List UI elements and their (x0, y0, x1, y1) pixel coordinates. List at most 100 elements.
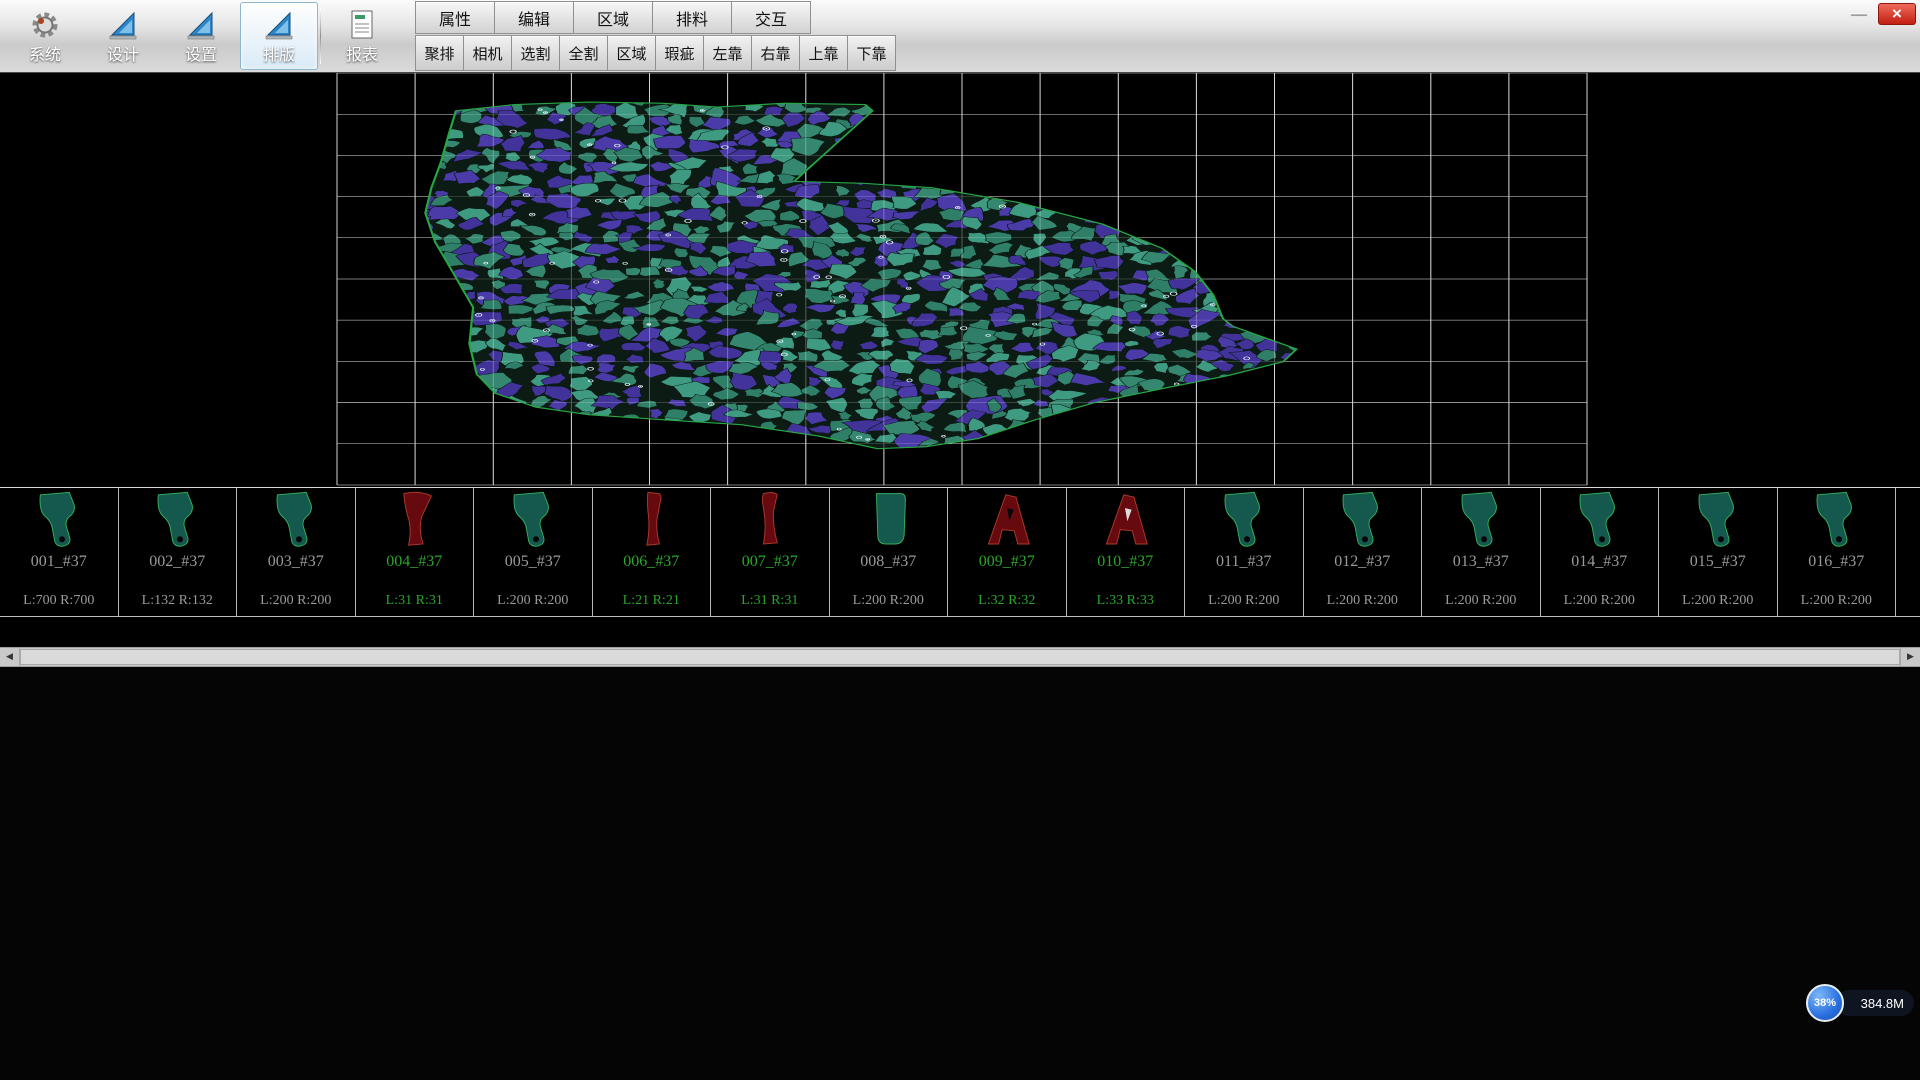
part-thumbnail[interactable]: 009_#37 L:32 R:32 (948, 488, 1067, 616)
part-thumbnail[interactable]: 002_#37L:132 R:132 (119, 488, 238, 616)
nav-item-design[interactable]: 设计 (84, 2, 162, 70)
part-shape (1557, 490, 1641, 550)
nav-item-report[interactable]: 报表 (323, 2, 401, 70)
tool-button-flaw[interactable]: 瑕疵 (655, 35, 704, 71)
part-shape (1794, 490, 1878, 550)
part-thumbnail[interactable]: 006_#37 L:21 R:21 (593, 488, 712, 616)
memory-indicator: 384.8M (1836, 990, 1914, 1016)
horizontal-scrollbar[interactable]: ◀ ▶ (0, 647, 1920, 667)
nav-item-settings[interactable]: 设置 (162, 2, 240, 70)
part-shape (135, 490, 219, 550)
menu-tab-row: 属性编辑区域排料交互 (415, 1, 895, 34)
nav-item-label: 报表 (346, 48, 378, 64)
tool-button-align-top[interactable]: 上靠 (799, 35, 848, 71)
part-thumbnail[interactable]: 015_#37 L:200 R:200 (1659, 488, 1778, 616)
part-counts: L:200 R:200 (1801, 594, 1872, 608)
nav-item-label: 排版 (263, 48, 295, 64)
tool-button-align-right[interactable]: 右靠 (751, 35, 800, 71)
part-thumbnail[interactable]: 003_#37 L:200 R:200 (237, 488, 356, 616)
nesting-canvas[interactable] (0, 73, 1920, 487)
part-name: 012_#37 (1334, 553, 1390, 571)
part-counts: L:200 R:200 (1208, 594, 1279, 608)
part-shape (491, 490, 575, 550)
part-thumbnail[interactable]: 014_#37L:200 R:200 (1541, 488, 1660, 616)
part-counts: L:200 R:200 (497, 594, 568, 608)
toolbar-header: 系统 设计 设置 排版 报表 属性编辑区域排料交互 聚排相机选割全割区域瑕疵左靠右靠上靠… (0, 0, 1920, 73)
part-counts: L:200 R:200 (1682, 594, 1753, 608)
application-window: 系统 设计 设置 排版 报表 属性编辑区域排料交互 聚排相机选割全割区域瑕疵左靠右靠上靠… (0, 0, 1920, 1080)
tool-button-camera[interactable]: 相机 (463, 35, 512, 71)
triangle-icon (262, 8, 296, 47)
menu-tab-properties[interactable]: 属性 (415, 1, 495, 34)
triangle-icon (184, 8, 218, 47)
main-nav: 系统 设计 设置 排版 报表 (0, 0, 401, 72)
part-name: 015_#37 (1690, 553, 1746, 571)
part-thumbnail[interactable]: 001_#37 L:700 R:700 (0, 488, 119, 616)
part-shape (17, 490, 101, 550)
nav-item-label: 设计 (107, 48, 139, 64)
menu-tab-region[interactable]: 区域 (573, 1, 653, 34)
part-counts: L:32 R:32 (978, 594, 1035, 608)
part-name: 007_#37 (742, 553, 798, 571)
gear-icon (28, 8, 62, 47)
part-thumbnail[interactable]: 016_#37 L:200 R:200 (1778, 488, 1897, 616)
part-name: 001_#37 (31, 553, 87, 571)
tool-button-align-left[interactable]: 左靠 (703, 35, 752, 71)
part-name: 009_#37 (979, 553, 1035, 571)
ribbon: 属性编辑区域排料交互 聚排相机选割全割区域瑕疵左靠右靠上靠下靠 (415, 0, 895, 72)
nav-item-label: 设置 (185, 48, 217, 64)
part-name: 003_#37 (268, 553, 324, 571)
minimize-button[interactable]: — (1845, 3, 1873, 25)
parts-strip: 001_#37L:700 R:700002_#37L:132 R:132003_… (0, 487, 1920, 617)
part-thumbnail[interactable]: 013_#37 L:200 R:200 (1422, 488, 1541, 616)
part-name: 004_#37 (386, 553, 442, 571)
nav-divider (320, 8, 321, 64)
menu-tab-nesting[interactable]: 排料 (652, 1, 732, 34)
part-name: 014_#37 (1571, 553, 1627, 571)
part-thumbnail[interactable]: 004_#37L:31 R:31 (356, 488, 475, 616)
part-counts: L:200 R:200 (853, 594, 924, 608)
tool-button-row: 聚排相机选割全割区域瑕疵左靠右靠上靠下靠 (415, 35, 895, 71)
scrollbar-thumb[interactable] (20, 649, 1900, 665)
nesting-svg (0, 73, 1920, 487)
report-icon (345, 8, 379, 47)
part-shape (1083, 490, 1167, 550)
part-thumbnail[interactable]: 007_#37L:31 R:31 (711, 488, 830, 616)
part-thumbnail[interactable]: 008_#37L:200 R:200 (830, 488, 949, 616)
part-counts: L:700 R:700 (23, 594, 94, 608)
bottom-filler (0, 667, 1920, 1080)
nav-item-layout[interactable]: 排版 (240, 2, 318, 70)
part-shape (254, 490, 338, 550)
part-counts: L:200 R:200 (260, 594, 331, 608)
progress-badge: 38% (1806, 984, 1844, 1022)
part-thumbnail[interactable]: 005_#37 L:200 R:200 (474, 488, 593, 616)
part-shape (1320, 490, 1404, 550)
part-counts: L:21 R:21 (623, 594, 680, 608)
part-thumbnail[interactable] (1896, 488, 1920, 616)
window-controls: — × (1845, 3, 1916, 25)
scroll-left-arrow[interactable]: ◀ (0, 648, 20, 666)
tool-button-align-bottom[interactable]: 下靠 (847, 35, 896, 71)
tool-button-region[interactable]: 区域 (607, 35, 656, 71)
scroll-right-arrow[interactable]: ▶ (1900, 648, 1920, 666)
part-thumbnail[interactable]: 011_#37 L:200 R:200 (1185, 488, 1304, 616)
nav-item-label: 系统 (29, 48, 61, 64)
part-shape (1676, 490, 1760, 550)
close-button[interactable]: × (1878, 3, 1916, 25)
tool-button-select-cut[interactable]: 选割 (511, 35, 560, 71)
part-shape (372, 490, 456, 550)
part-name: 011_#37 (1216, 553, 1271, 571)
part-name: 006_#37 (623, 553, 679, 571)
nav-item-system[interactable]: 系统 (6, 2, 84, 70)
tool-button-cluster-nest[interactable]: 聚排 (415, 35, 464, 71)
strip-gap (0, 617, 1920, 647)
menu-tab-interact[interactable]: 交互 (731, 1, 811, 34)
part-name: 016_#37 (1808, 553, 1864, 571)
part-counts: L:200 R:200 (1445, 594, 1516, 608)
part-name: 005_#37 (505, 553, 561, 571)
part-thumbnail[interactable]: 012_#37L:200 R:200 (1304, 488, 1423, 616)
part-thumbnail[interactable]: 010_#37L:33 R:33 (1067, 488, 1186, 616)
part-name: 013_#37 (1453, 553, 1509, 571)
menu-tab-edit[interactable]: 编辑 (494, 1, 574, 34)
tool-button-cut-all[interactable]: 全割 (559, 35, 608, 71)
